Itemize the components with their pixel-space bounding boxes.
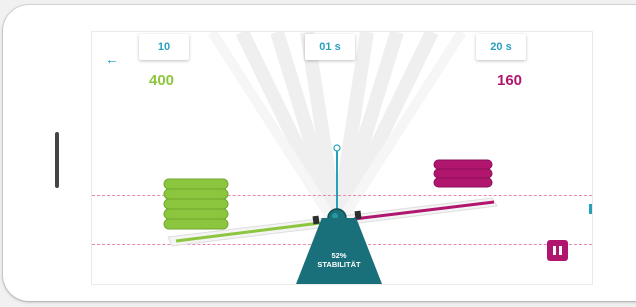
green-weight-stack[interactable] xyxy=(163,178,229,230)
pause-button[interactable] xyxy=(547,240,568,261)
pause-icon xyxy=(553,246,556,255)
stability-readout: 52% STABILITÄT xyxy=(296,251,382,269)
stability-value: 52% xyxy=(331,251,347,260)
indicator-knob xyxy=(333,144,341,152)
game-screen: ← 10 01 s 20 s 400 160 52% STABILITÄT xyxy=(91,31,593,285)
stability-label: STABILITÄT xyxy=(317,260,361,269)
screen-edge-marker xyxy=(589,204,592,214)
magenta-weight-stack[interactable] xyxy=(433,159,493,188)
phone-speaker xyxy=(55,132,59,188)
